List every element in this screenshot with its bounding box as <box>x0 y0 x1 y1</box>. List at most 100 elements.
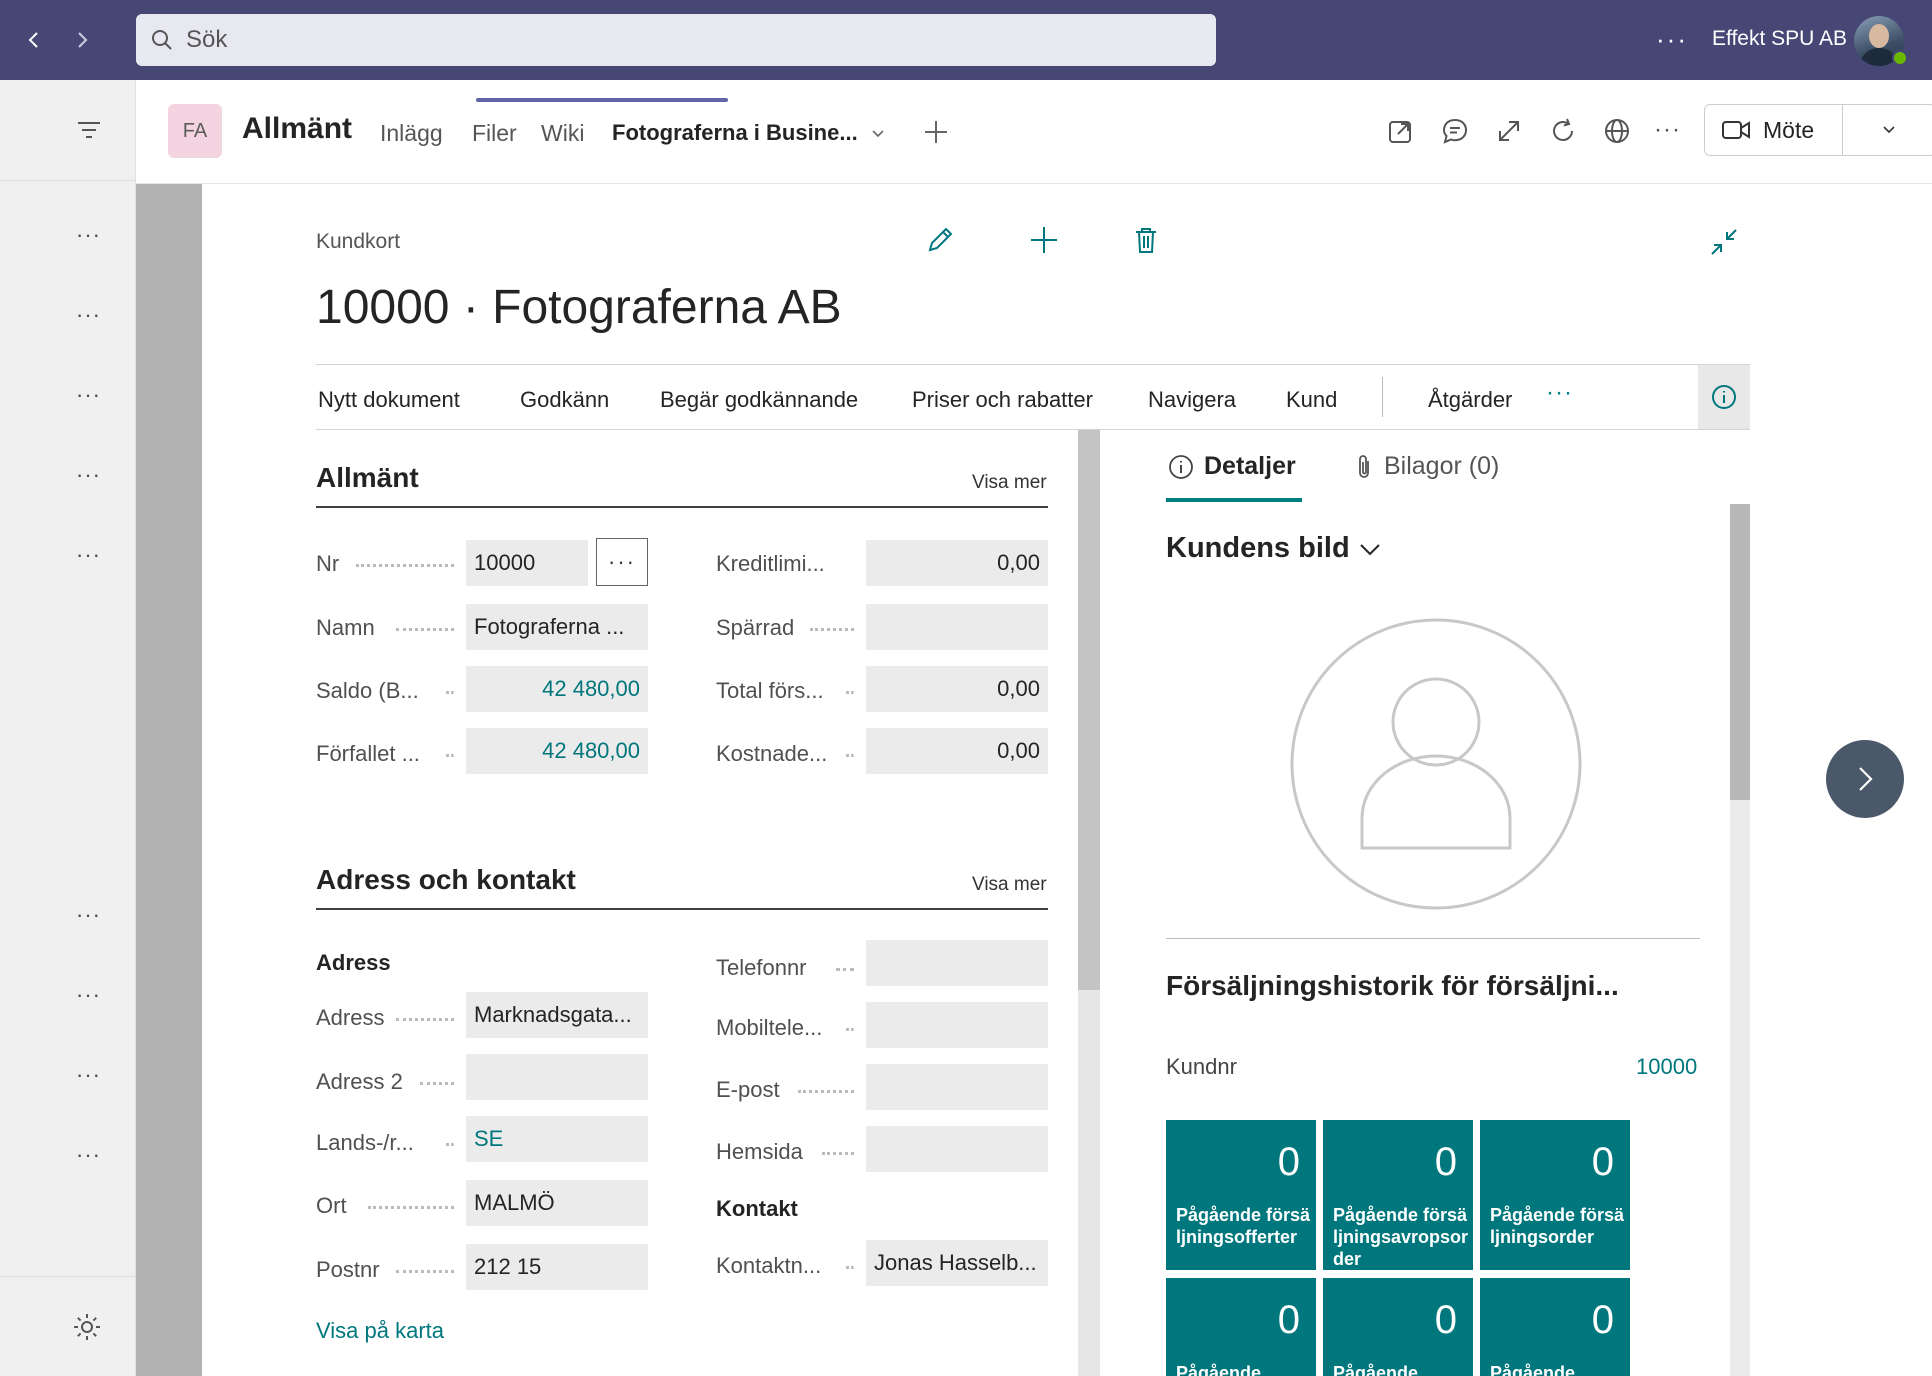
customer-no-field[interactable]: 10000 <box>466 540 588 586</box>
tab-attachments[interactable]: Bilagor (0) <box>1354 452 1499 481</box>
field-label: Total förs... <box>716 678 824 703</box>
factbox-toggle-button[interactable] <box>1698 365 1750 429</box>
action-navigate[interactable]: Navigera <box>1148 387 1236 413</box>
tab-files[interactable]: Filer <box>472 120 517 147</box>
rail-more-button[interactable]: ··· <box>76 1062 101 1088</box>
credit-limit-field[interactable]: 0,00 <box>866 540 1048 586</box>
field-label: Adress <box>316 1005 385 1030</box>
content-scrollbar-thumb[interactable] <box>1078 430 1100 990</box>
channel-header: FA Allmänt Inlägg Filer Wiki Fotografern… <box>136 80 1932 184</box>
action-request-approval[interactable]: Begär godkännande <box>660 387 858 413</box>
tab-wiki[interactable]: Wiki <box>541 120 584 147</box>
rail-more-button[interactable]: ··· <box>76 1142 101 1168</box>
delete-trash-icon[interactable] <box>1130 224 1162 256</box>
city-field[interactable]: MALMÖ <box>466 1180 648 1226</box>
address-show-more-link[interactable]: Visa mer <box>972 874 1047 896</box>
contact-name-field[interactable]: Jonas Hasselb... <box>866 1240 1048 1286</box>
customer-picture-header[interactable]: Kundens bild <box>1166 532 1382 565</box>
field-label: Saldo (B... <box>316 678 419 703</box>
rail-more-button[interactable]: ··· <box>76 902 101 928</box>
country-region-field[interactable]: SE <box>466 1116 648 1162</box>
address-field[interactable]: Marknadsgata... <box>466 992 648 1038</box>
teams-top-bar: Sök ··· Effekt SPU AB <box>0 0 1932 80</box>
refresh-icon[interactable] <box>1548 116 1578 146</box>
meeting-dropdown[interactable] <box>1843 122 1932 138</box>
org-name[interactable]: Effekt SPU AB <box>1712 27 1847 51</box>
more-options-button[interactable]: ··· <box>1656 24 1688 55</box>
factbox-scrollbar-thumb[interactable] <box>1730 504 1750 800</box>
section-divider <box>316 908 1048 910</box>
field-label: Adress 2 <box>316 1069 403 1094</box>
collapse-icon[interactable] <box>1708 226 1740 258</box>
expand-icon[interactable] <box>1494 116 1524 146</box>
field-label: Kontaktn... <box>716 1253 822 1278</box>
show-on-map-link[interactable]: Visa på karta <box>316 1318 444 1344</box>
customer-name-field[interactable]: Fotograferna ... <box>466 604 648 650</box>
add-tab-icon[interactable] <box>922 118 950 146</box>
action-more-button[interactable]: ··· <box>1546 379 1573 407</box>
search-input[interactable]: Sök <box>136 14 1216 66</box>
address-subheading: Adress <box>316 950 391 975</box>
filter-icon[interactable] <box>76 120 102 140</box>
balance-field[interactable]: 42 480,00 <box>466 666 648 712</box>
balance-due-field[interactable]: 42 480,00 <box>466 728 648 774</box>
globe-icon[interactable] <box>1602 116 1632 146</box>
action-actions[interactable]: Åtgärder <box>1428 387 1512 413</box>
chevron-down-icon[interactable] <box>870 126 886 142</box>
edit-pencil-icon[interactable] <box>924 224 956 256</box>
total-sales-field[interactable]: 0,00 <box>866 666 1048 712</box>
rail-more-button[interactable]: ··· <box>76 462 101 488</box>
rail-more-button[interactable]: ··· <box>76 302 101 328</box>
active-tab-indicator <box>1166 498 1302 502</box>
action-prices-discounts[interactable]: Priser och rabatter <box>912 387 1093 413</box>
customer-no-lookup-button[interactable]: ··· <box>596 538 648 586</box>
rail-more-button[interactable]: ··· <box>76 382 101 408</box>
email-field[interactable] <box>866 1064 1048 1110</box>
mobile-field[interactable] <box>866 1002 1048 1048</box>
search-placeholder: Sök <box>186 26 228 53</box>
costs-field[interactable]: 0,00 <box>866 728 1048 774</box>
popout-icon[interactable] <box>1386 116 1416 146</box>
field-label: Mobiltele... <box>716 1015 823 1040</box>
field-label: Namn <box>316 615 375 640</box>
back-button[interactable] <box>16 22 52 58</box>
cue-tile-blanket-orders[interactable]: 0 Pågående försäljningsavropsorder <box>1323 1120 1473 1270</box>
chat-icon[interactable] <box>1440 116 1470 146</box>
rail-more-button[interactable]: ··· <box>76 542 101 568</box>
address2-field[interactable] <box>466 1054 648 1100</box>
add-icon[interactable] <box>1028 224 1060 256</box>
homepage-field[interactable] <box>866 1126 1048 1172</box>
field-label: Hemsida <box>716 1139 803 1164</box>
action-new-document[interactable]: Nytt dokument <box>318 387 460 413</box>
cue-tile-sales-quotes[interactable]: 0 Pågående försäljningsofferter <box>1166 1120 1316 1270</box>
customer-no-link[interactable]: 10000 <box>1636 1054 1697 1080</box>
blocked-field[interactable] <box>866 604 1048 650</box>
rail-more-button[interactable]: ··· <box>76 222 101 248</box>
next-record-button[interactable] <box>1826 740 1904 818</box>
gear-icon[interactable] <box>72 1312 102 1342</box>
tab-business-central[interactable]: Fotograferna i Busine... <box>612 120 858 146</box>
field-label: Förfallet ... <box>316 741 420 766</box>
meeting-label: Möte <box>1763 116 1815 143</box>
phone-field[interactable] <box>866 940 1048 986</box>
rail-more-button[interactable]: ··· <box>76 982 101 1008</box>
tab-posts[interactable]: Inlägg <box>380 120 443 147</box>
tab-details[interactable]: Detaljer <box>1168 452 1296 481</box>
chevron-right-icon <box>78 32 88 48</box>
forward-button[interactable] <box>64 22 100 58</box>
channel-title: Allmänt <box>242 112 353 145</box>
action-customer[interactable]: Kund <box>1286 387 1337 413</box>
cue-tile[interactable]: 0 Pågående <box>1166 1278 1316 1376</box>
meeting-button[interactable]: Möte <box>1704 104 1932 156</box>
field-label: Lands-/r... <box>316 1130 414 1155</box>
cue-tile-sales-orders[interactable]: 0 Pågående försäljningsorder <box>1480 1120 1630 1270</box>
customer-picture-placeholder-icon[interactable] <box>1290 618 1582 910</box>
cue-tile[interactable]: 0 Pågående <box>1480 1278 1630 1376</box>
section-divider <box>316 506 1048 508</box>
action-approve[interactable]: Godkänn <box>520 387 609 413</box>
postal-code-field[interactable]: 212 15 <box>466 1244 648 1290</box>
more-icon[interactable]: ··· <box>1654 116 1681 144</box>
general-show-more-link[interactable]: Visa mer <box>972 472 1047 494</box>
cue-tile[interactable]: 0 Pågående <box>1323 1278 1473 1376</box>
sales-history-title[interactable]: Försäljningshistorik för försäljni... <box>1166 970 1619 1002</box>
